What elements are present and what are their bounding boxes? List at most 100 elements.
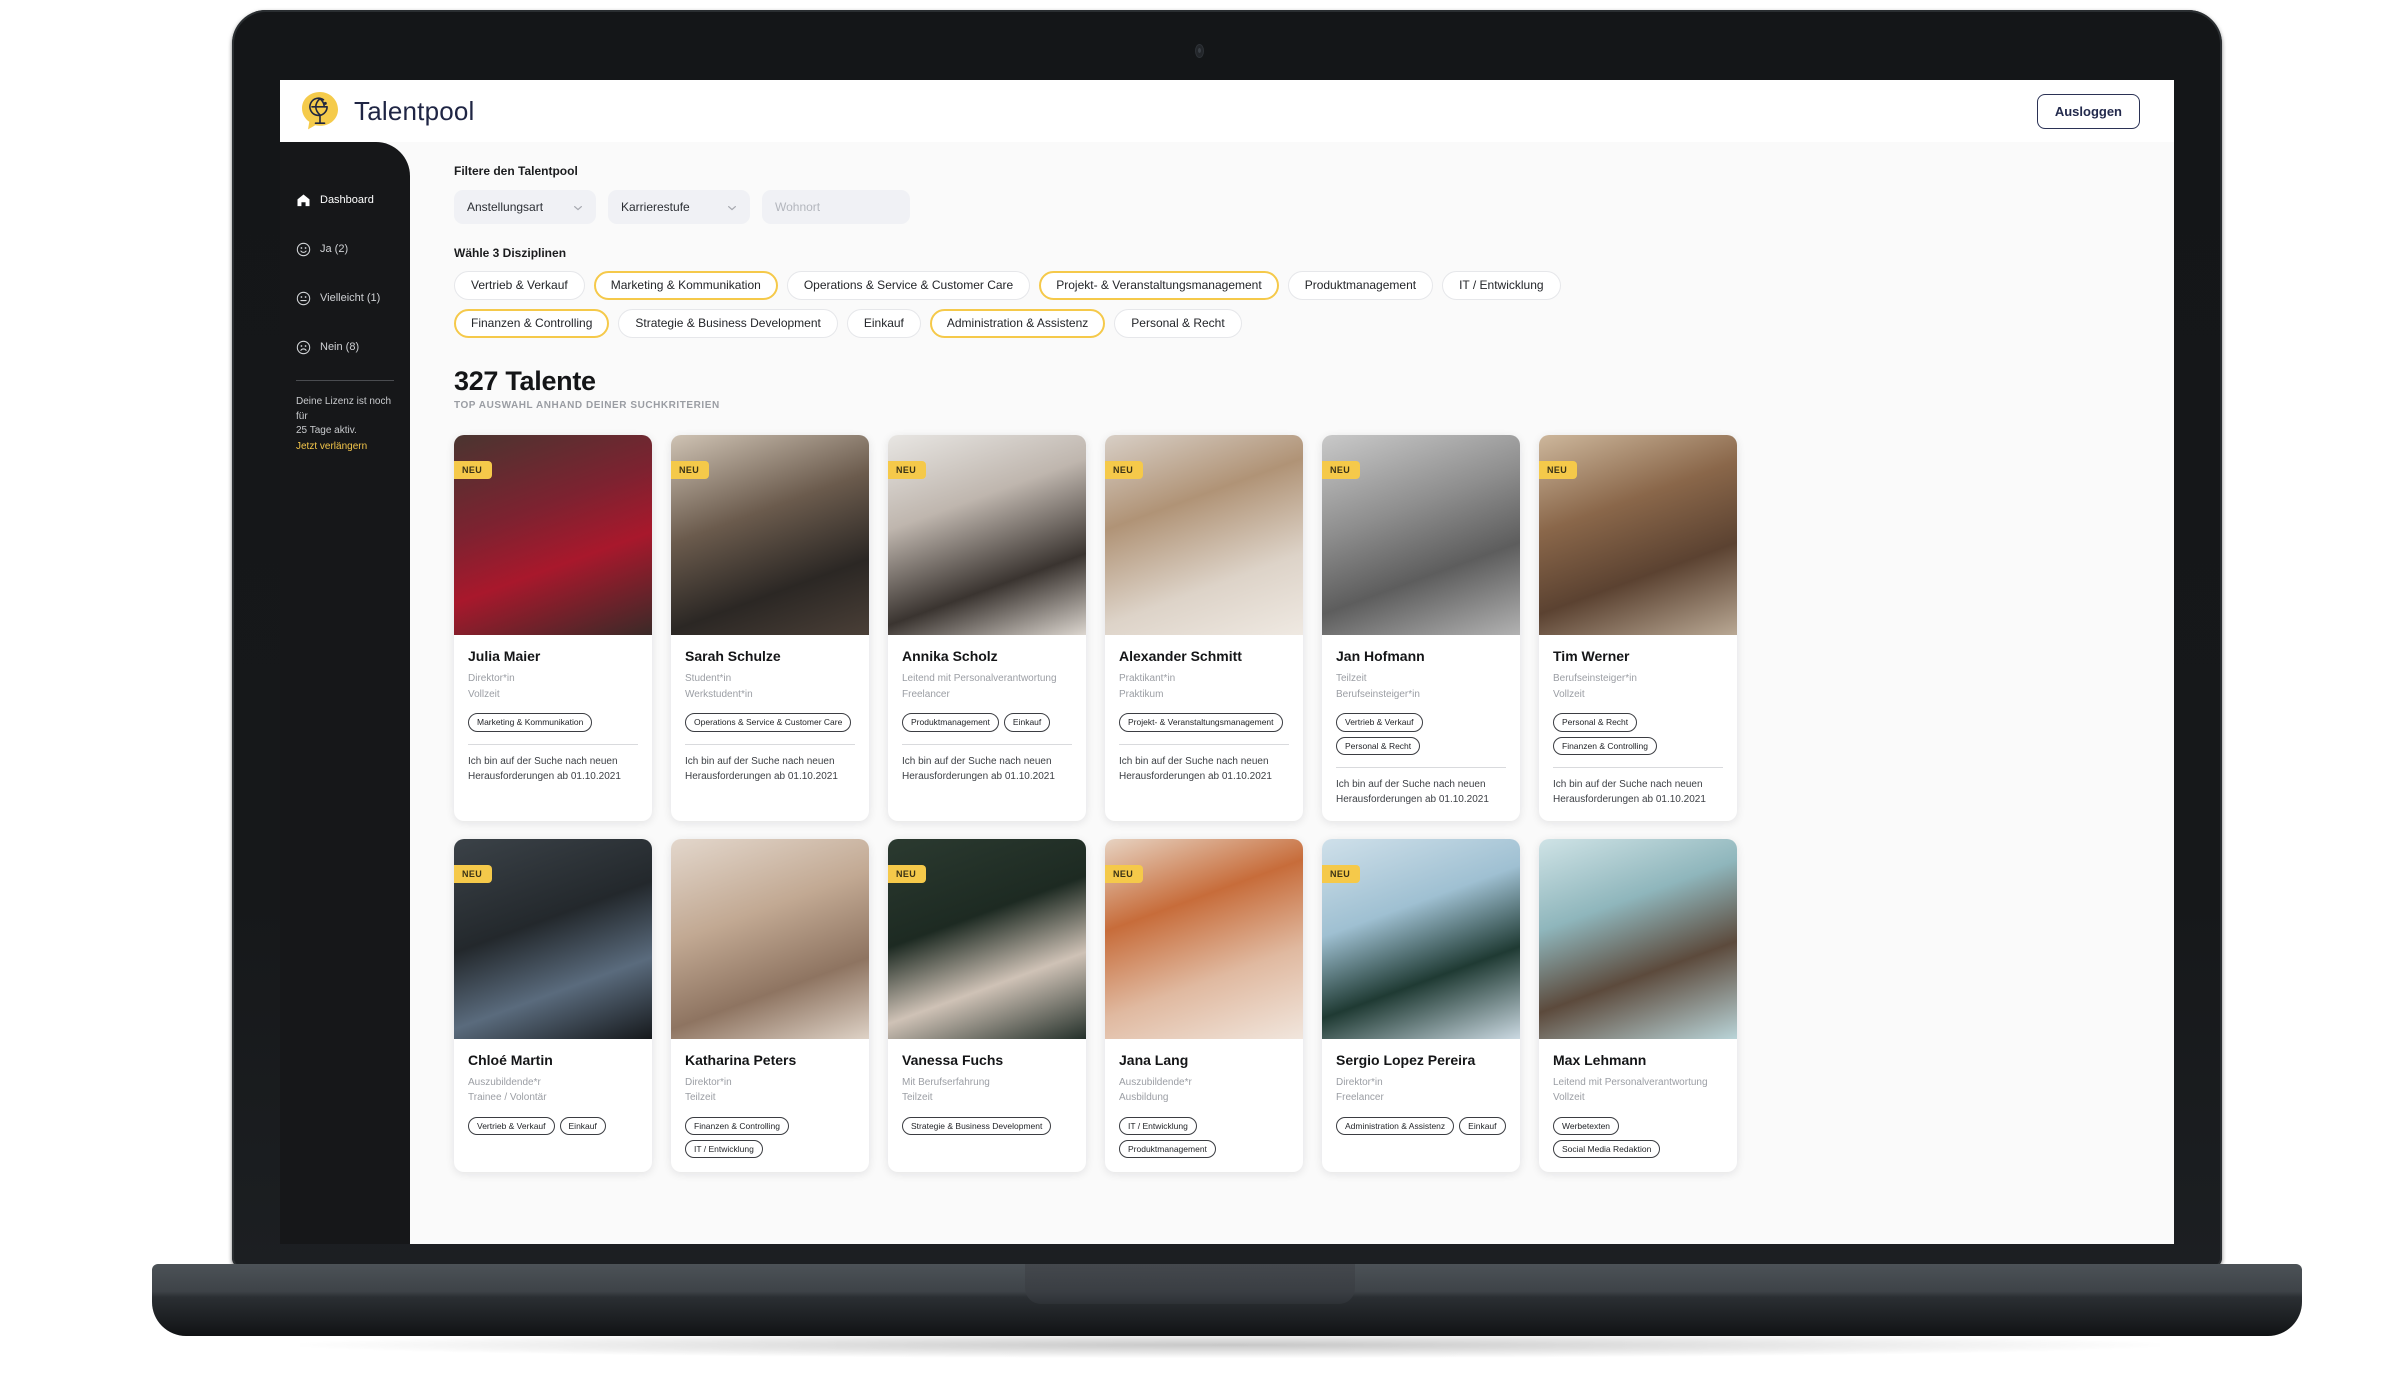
talent-career-level: Auszubildende*r [468,1076,541,1088]
career-level-value: Karrierestufe [621,200,690,214]
talent-photo: NEU [1105,838,1303,1039]
talent-photo: NEU [888,435,1086,636]
talent-card[interactable]: NEU Vanessa Fuchs Mit Berufserfahrung Teilz… [888,838,1086,1173]
talent-card[interactable]: NEU Tim Werner Berufseinsteiger*in Vollzeit… [1539,435,1737,821]
talent-card-divider [1553,766,1723,768]
talent-card[interactable]: NEU Jana Lang Auszubildende*r Ausbildung IT … [1105,838,1303,1173]
talent-tag: IT / Entwicklung [1119,1116,1197,1135]
results-subtitle: TOP AUSWAHL ANHAND DEINER SUCHKRITERIEN [454,400,720,412]
talent-availability-note: Ich bin auf der Suche nach neuen Herausf… [1119,755,1272,782]
talent-card[interactable]: NEU Sarah Schulze Student*in Werkstudent*in… [671,435,869,821]
new-badge: NEU [1322,461,1361,480]
talent-card[interactable]: NEU Annika Scholz Leitend mit Personalvera… [888,435,1086,821]
license-line-2: 25 Tage aktiv. [296,425,357,436]
talent-card-body: Vanessa Fuchs Mit Berufserfahrung Teilzeit… [888,1039,1086,1149]
talent-card-body: Annika Scholz Leitend mit Personalverantw… [888,635,1086,797]
talent-tag: Social Media Redaktion [1553,1139,1661,1159]
talent-card[interactable]: NEU Chloé Martin Auszubildende*r Trainee / … [454,838,652,1173]
talent-availability-note: Ich bin auf der Suche nach neuen Herausf… [685,755,838,782]
talent-employment-type: Praktikum [1119,688,1164,700]
sidebar: Dashboard Ja (2) Vielleicht (1) Nein (8)… [280,142,410,1244]
talent-availability-note: Ich bin auf der Suche nach neuen Herausf… [1553,778,1706,805]
talent-career-level: Direktor*in [685,1076,732,1088]
talent-photo: NEU [671,435,869,636]
talent-card-body: Katharina Peters Direktor*in Teilzeit Finan… [671,1039,869,1172]
talent-tag: Finanzen & Controlling [685,1116,789,1135]
chevron-down-icon [727,202,737,212]
talent-card[interactable]: NEU Alexander Schmitt Praktikant*in Praktik… [1105,435,1303,821]
talent-tag-list: IT / Entwicklung Produktmanagement [1119,1116,1289,1159]
discipline-chip[interactable]: Marketing & Kommunikation [593,271,778,301]
discipline-chip[interactable]: Produktmanagement [1287,271,1434,301]
career-level-select[interactable]: Karrierestufe [608,190,750,224]
filter-row: Anstellungsart Karrierestufe [454,190,2140,224]
renew-license-link[interactable]: Jetzt verlängern [296,440,394,455]
talent-tag: Einkauf [559,1116,606,1135]
talent-photo [1539,838,1737,1039]
talent-card[interactable]: NEU Sergio Lopez Pereira Direktor*in Freela… [1322,838,1520,1173]
talent-card-body: Tim Werner Berufseinsteiger*in Vollzeit Per… [1539,635,1737,820]
talent-employment-type: Ausbildung [1119,1092,1169,1104]
talent-card[interactable]: Katharina Peters Direktor*in Teilzeit Finan… [671,838,869,1173]
discipline-chip-list: Vertrieb & Verkauf Marketing & Kommunikat… [454,271,1704,339]
talent-card[interactable]: NEU Jan Hofmann Teilzeit Berufseinsteiger*i… [1322,435,1520,821]
new-badge: NEU [888,461,927,480]
smiley-happy-icon [296,242,311,257]
talent-tag-list: Administration & Assistenz Einkauf [1336,1116,1506,1135]
disciplines-heading: Wähle 3 Disziplinen [454,246,567,260]
talent-name: Tim Werner [1553,648,1630,665]
talent-photo: NEU [454,838,652,1039]
talent-employment-type: Vollzeit [1553,1092,1585,1104]
logout-button[interactable]: Ausloggen [2036,93,2140,129]
location-input[interactable] [762,190,910,224]
talent-tag: Produktmanagement [902,713,999,732]
talent-tag: Werbetexten [1553,1116,1620,1135]
discipline-chip[interactable]: Projekt- & Veranstaltungsmanagement [1039,271,1279,301]
talent-card-body: Alexander Schmitt Praktikant*in Praktikum P… [1105,635,1303,797]
talent-employment-type: Werkstudent*in [685,688,753,700]
sidebar-item-ja[interactable]: Ja (2) [280,233,410,265]
talent-employment-type: Freelancer [1336,1092,1384,1104]
new-badge: NEU [454,864,493,883]
talent-career-level: Auszubildende*r [1119,1076,1192,1088]
webcam-lens-icon [1198,48,1201,53]
talent-tag-list: Werbetexten Social Media Redaktion [1553,1116,1723,1159]
brand[interactable]: Talentpool [298,89,475,133]
sidebar-item-label: Dashboard [320,194,374,206]
talent-tag: Operations & Service & Customer Care [685,713,852,732]
talent-card-divider [685,743,855,745]
talent-tag-list: Produktmanagement Einkauf [902,713,1072,732]
talent-name: Katharina Peters [685,1051,797,1068]
talent-tag-list: Strategie & Business Development [902,1116,1072,1135]
globe-speech-bubble-icon [298,89,342,133]
discipline-chip[interactable]: Vertrieb & Verkauf [454,271,585,301]
talent-photo-image [671,838,869,1039]
talent-card-divider [1336,766,1506,768]
sidebar-item-nein[interactable]: Nein (8) [280,331,410,363]
talent-tag: Administration & Assistenz [1336,1116,1455,1135]
sidebar-item-label: Nein (8) [320,341,360,353]
talent-tag-list: Finanzen & Controlling IT / Entwicklung [685,1116,855,1159]
talent-availability-note: Ich bin auf der Suche nach neuen Herausf… [468,755,621,782]
sidebar-item-dashboard[interactable]: Dashboard [280,184,410,216]
discipline-chip[interactable]: Einkauf [846,309,921,339]
discipline-chip[interactable]: Finanzen & Controlling [454,309,610,339]
talent-career-level: Praktikant*in [1119,673,1176,685]
talent-tag-list: Vertrieb & Verkauf Einkauf [468,1116,638,1135]
discipline-chip[interactable]: Administration & Assistenz [929,309,1106,339]
talent-career-level: Leitend mit Personalverantwortung [902,673,1057,685]
talent-card[interactable]: NEU Julia Maier Direktor*in Vollzeit Marketi… [454,435,652,821]
discipline-chip[interactable]: Operations & Service & Customer Care [786,271,1031,301]
discipline-chip[interactable]: IT / Entwicklung [1442,271,1561,301]
new-badge: NEU [1105,461,1144,480]
talent-photo: NEU [1322,838,1520,1039]
talent-name: Jana Lang [1119,1051,1189,1068]
new-badge: NEU [1105,864,1144,883]
talent-card[interactable]: Max Lehmann Leitend mit Personalverantwor… [1539,838,1737,1173]
app-body: Dashboard Ja (2) Vielleicht (1) Nein (8)… [280,142,2174,1244]
discipline-chip[interactable]: Personal & Recht [1114,309,1242,339]
sidebar-item-label: Ja (2) [320,243,349,255]
employment-type-select[interactable]: Anstellungsart [454,190,596,224]
sidebar-item-vielleicht[interactable]: Vielleicht (1) [280,282,410,314]
discipline-chip[interactable]: Strategie & Business Development [618,309,838,339]
